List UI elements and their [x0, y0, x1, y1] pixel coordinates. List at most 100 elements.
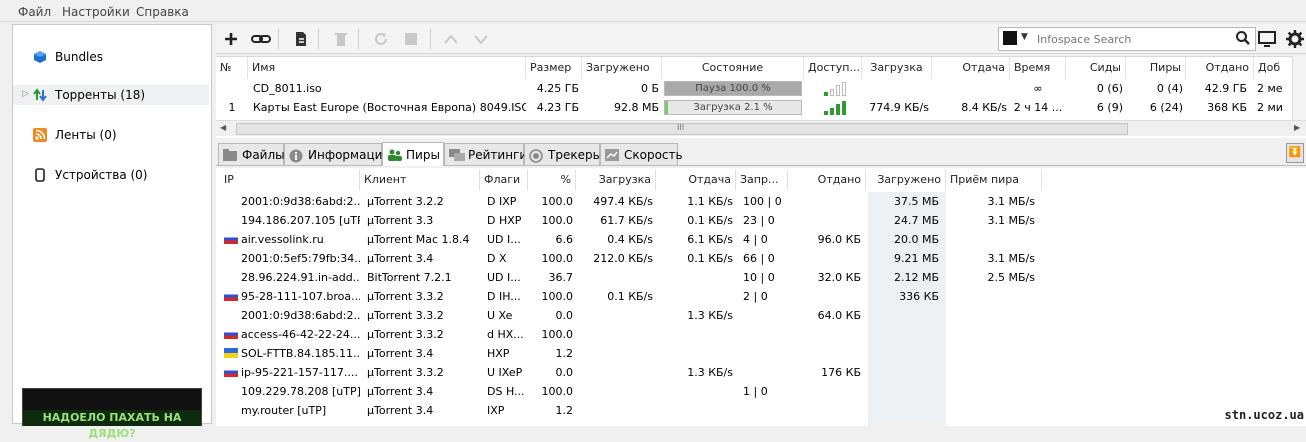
search-provider-icon[interactable] [1003, 31, 1017, 45]
peer-down-speed [576, 325, 656, 344]
search-icon[interactable] [1235, 30, 1251, 49]
peer-row[interactable]: 95-28-111-107.broa... µTorrent 3.3.2 D IH.… [216, 287, 1306, 306]
col-name[interactable]: Имя [248, 57, 526, 79]
peer-percent: 100.0 [541, 252, 574, 265]
peer-row[interactable]: 109.229.78.208 [uTP] µTorrent 3.4 DS H... 1… [216, 382, 1306, 401]
col-peer-up[interactable]: Отдача [656, 170, 736, 190]
peer-ip: 2001:0:9d38:6abd:2... [241, 309, 360, 322]
add-torrent-button[interactable] [220, 29, 242, 49]
remote-button[interactable] [1256, 29, 1278, 49]
stop-button[interactable] [400, 29, 422, 49]
peer-row[interactable]: my.router [uTP] µTorrent 3.4 IXP 1.2 [216, 401, 1306, 420]
search-provider-dropdown-icon[interactable]: ▼ [1021, 32, 1028, 42]
peer-client: µTorrent 3.3.2 [367, 328, 444, 341]
torrent-size: 4.23 ГБ [536, 101, 579, 114]
peer-row[interactable]: ip-95-221-157-117.... µTorrent 3.3.2 U IXe… [216, 363, 1306, 382]
col-ip[interactable]: IP [220, 170, 360, 190]
start-button[interactable] [370, 29, 392, 49]
peer-flags: U IXeP [487, 366, 523, 379]
col-flags[interactable]: Флаги [480, 170, 528, 190]
col-down-speed[interactable]: Загрузка [862, 57, 932, 79]
tab-info[interactable]: Информация [284, 143, 390, 165]
peer-row[interactable]: SOL-FTTB.84.185.11... µTorrent 3.4 HXP 1.2 [216, 344, 1306, 363]
tab-label: Трекеры [548, 147, 603, 162]
expand-arrow-icon[interactable]: ▷ [22, 89, 29, 99]
sidebar-item-label: Торренты (18) [55, 88, 146, 102]
menu-file[interactable]: Файл [18, 5, 51, 19]
col-number[interactable]: № [216, 57, 248, 79]
create-torrent-button[interactable] [290, 29, 312, 49]
torrent-row[interactable]: 1 Карты East Europe (Восточная Европа) 8… [216, 98, 1294, 117]
scroll-right-icon[interactable]: ▶ [1294, 123, 1300, 132]
sidebar-item-feeds[interactable]: Ленты (0) [13, 125, 209, 145]
tab-trackers[interactable]: Трекеры [524, 143, 603, 165]
col-client[interactable]: Клиент [360, 170, 480, 190]
col-peer-down[interactable]: Загрузка [576, 170, 656, 190]
collapse-panel-button[interactable]: ⏬ [1286, 143, 1304, 163]
col-peer-uploaded[interactable]: Отдано [788, 170, 866, 190]
col-eta[interactable]: Время [1010, 57, 1066, 79]
peer-row[interactable]: 2001:0:9d38:6abd:2... µTorrent 3.2.2 D IXP… [216, 192, 1306, 211]
double-chevron-down-icon: ⏬ [1288, 147, 1302, 158]
peer-row[interactable]: 2001:0:9d38:6abd:2... µTorrent 3.3.2 U Xe 0… [216, 306, 1306, 325]
search-input[interactable] [1035, 30, 1219, 48]
delete-button[interactable] [330, 29, 352, 49]
scroll-left-icon[interactable]: ◀ [220, 123, 226, 132]
peer-ip: 2001:0:5ef5:79fb:34... [241, 252, 360, 265]
peer-ip: 194.186.207.105 [uTP] [241, 214, 360, 227]
tab-ratings[interactable]: Рейтинги [444, 143, 527, 165]
sidebar-item-bundles[interactable]: Bundles [13, 47, 209, 67]
ad-banner[interactable]: НАДОЕЛО ПАХАТЬ НА ДЯДЮ? [22, 388, 202, 440]
sidebar-item-devices[interactable]: Устройства (0) [13, 165, 209, 185]
peer-row[interactable]: air.vessolink.ru µTorrent Mac 1.8.4 UD I..… [216, 230, 1306, 249]
torrent-peers: 6 (24) [1149, 101, 1183, 114]
menu-settings[interactable]: Настройки [62, 5, 130, 19]
settings-button[interactable] [1284, 29, 1306, 49]
link-icon [251, 35, 271, 43]
peer-requests [740, 401, 788, 420]
peer-row[interactable]: access-46-42-22-24... µTorrent 3.3.2 d HX.… [216, 325, 1306, 344]
col-availability[interactable]: Доступ... [804, 57, 862, 79]
add-url-button[interactable] [250, 29, 272, 49]
ratings-icon [449, 148, 465, 161]
col-downloaded[interactable]: Загружено [582, 57, 662, 79]
col-uploaded[interactable]: Отдано [1186, 57, 1254, 79]
col-size[interactable]: Размер [526, 57, 582, 79]
tab-files[interactable]: Файлы [218, 143, 285, 165]
col-seeds[interactable]: Сиды [1066, 57, 1126, 79]
tab-speed[interactable]: Скорость [600, 143, 683, 165]
col-state[interactable]: Состояние [662, 57, 804, 79]
peer-downloaded [866, 344, 942, 363]
move-down-button[interactable] [470, 29, 492, 49]
peer-row[interactable]: 194.186.207.105 [uTP] µTorrent 3.3 D HXP 10… [216, 211, 1306, 230]
peer-uploaded: 64.0 КБ [817, 309, 861, 322]
col-peers[interactable]: Пиры [1126, 57, 1186, 79]
sidebar-item-torrents[interactable]: ▷ Торренты (18) [13, 85, 209, 105]
info-icon [289, 149, 303, 162]
col-peer-dl-rate[interactable]: Приём пира [946, 170, 1042, 190]
torrent-vertical-scrollbar[interactable] [1292, 56, 1306, 120]
torrent-row[interactable]: CD_8011.iso 4.25 ГБ 0 Б Пауза 100.0 % ∞ … [216, 79, 1294, 98]
col-requests[interactable]: Запр... [736, 170, 788, 190]
search-box[interactable]: ▼ [998, 27, 1256, 51]
peer-row[interactable]: 28.96.224.91.in-add... BitTorrent 7.2.1 UD… [216, 268, 1306, 287]
peer-flags: D HXP [487, 214, 522, 227]
move-up-button[interactable] [440, 29, 462, 49]
torrent-state-text: Загрузка 2.1 % [693, 102, 773, 113]
col-added[interactable]: Доб [1254, 57, 1294, 79]
torrent-horizontal-scrollbar[interactable]: ◀ III ▶ [216, 120, 1306, 136]
col-peer-downloaded[interactable]: Загружено [866, 170, 946, 190]
peer-down-speed [576, 306, 656, 325]
menu-help[interactable]: Справка [136, 5, 189, 19]
scrollbar-thumb[interactable]: III [236, 123, 1128, 135]
col-up-speed[interactable]: Отдача [932, 57, 1010, 79]
peer-requests: 10 | 0 [743, 271, 775, 284]
peer-up-speed: 1.3 КБ/s [687, 366, 733, 379]
peer-row[interactable]: 2001:0:5ef5:79fb:34... µTorrent 3.4 D X 100… [216, 249, 1306, 268]
peer-down-speed [576, 363, 656, 382]
scroll-grip: III [677, 123, 685, 132]
peer-uploaded [788, 249, 864, 268]
col-percent[interactable]: % [528, 170, 576, 190]
tab-peers[interactable]: Пиры [382, 142, 444, 166]
torrent-up-speed: 8.4 КБ/s [961, 101, 1007, 114]
